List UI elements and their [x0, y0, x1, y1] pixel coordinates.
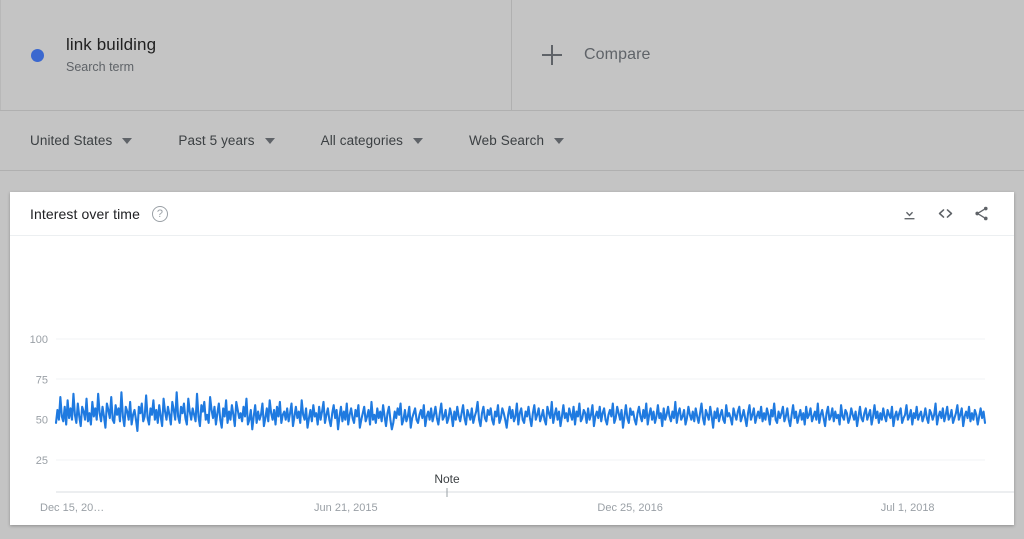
chevron-down-icon — [413, 138, 423, 144]
filter-time-range-label: Past 5 years — [178, 133, 254, 148]
filter-time-range[interactable]: Past 5 years — [178, 133, 274, 148]
note-annotation-label[interactable]: Note — [434, 472, 460, 486]
y-axis-ticks: 25 50 75 100 — [30, 334, 48, 467]
embed-icon[interactable] — [930, 199, 960, 229]
trend-line — [56, 392, 985, 431]
share-icon[interactable] — [966, 199, 996, 229]
x-axis-ticks: Dec 15, 20… Jun 21, 2015 Dec 25, 2016 Jul 1… — [40, 502, 935, 514]
chevron-down-icon — [554, 138, 564, 144]
y-axis-tick-label: 25 — [36, 455, 48, 467]
chevron-down-icon — [122, 138, 132, 144]
download-icon[interactable] — [894, 199, 924, 229]
card-header: Interest over time ? — [10, 192, 1014, 236]
filter-location[interactable]: United States — [30, 133, 132, 148]
card-title-wrap: Interest over time ? — [30, 206, 168, 222]
search-term-bar: link building Search term Compare — [0, 0, 1024, 111]
x-axis-tick-label: Dec 25, 2016 — [597, 502, 662, 514]
y-axis-tick-label: 100 — [30, 334, 48, 346]
y-axis-tick-label: 50 — [36, 415, 48, 427]
search-term-title: link building — [66, 34, 156, 56]
compare-label: Compare — [584, 46, 651, 64]
card-actions — [888, 199, 996, 229]
chevron-down-icon — [265, 138, 275, 144]
interest-over-time-card: Interest over time ? — [10, 192, 1014, 525]
search-term-card[interactable]: link building Search term — [0, 0, 512, 110]
chart-area[interactable]: 255075100 Note Dec 15, 20…Jun 21, 2015De… — [10, 236, 1014, 525]
filter-search-type[interactable]: Web Search — [469, 133, 564, 148]
x-axis-tick-label: Jun 21, 2015 — [314, 502, 378, 514]
filter-category[interactable]: All categories — [321, 133, 423, 148]
y-axis-tick-label: 75 — [36, 374, 48, 386]
gridlines — [56, 339, 985, 460]
filter-location-label: United States — [30, 133, 112, 148]
filter-category-label: All categories — [321, 133, 403, 148]
help-icon[interactable]: ? — [152, 206, 168, 222]
card-title: Interest over time — [30, 206, 140, 222]
x-axis-tick-label: Dec 15, 20… — [40, 502, 104, 514]
search-term-subtitle: Search term — [66, 58, 156, 76]
interest-over-time-chart[interactable]: 255075100 Note Dec 15, 20…Jun 21, 2015De… — [10, 236, 1014, 525]
plus-icon — [542, 45, 562, 65]
compare-button[interactable]: Compare — [512, 0, 1024, 110]
series-color-dot — [31, 49, 44, 62]
x-axis-tick-label: Jul 1, 2018 — [881, 502, 935, 514]
filter-bar: United States Past 5 years All categorie… — [0, 111, 1024, 171]
filter-search-type-label: Web Search — [469, 133, 544, 148]
